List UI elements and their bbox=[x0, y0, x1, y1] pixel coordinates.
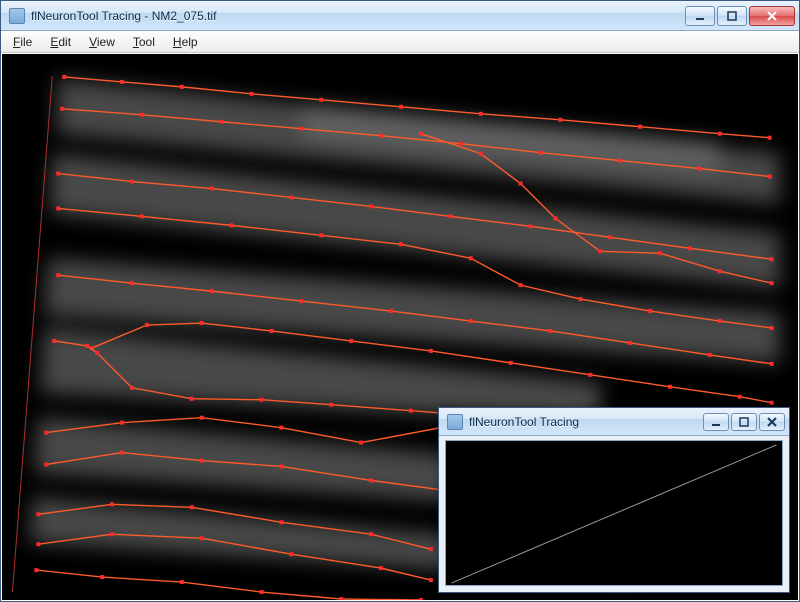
menu-help[interactable]: Help bbox=[165, 33, 206, 51]
profile-plot bbox=[446, 441, 782, 585]
sub-close-button[interactable] bbox=[759, 413, 785, 431]
app-icon bbox=[9, 8, 25, 24]
sub-minimize-button[interactable] bbox=[703, 413, 729, 431]
window-controls bbox=[683, 6, 795, 26]
menubar: File Edit View Tool Help bbox=[1, 31, 799, 53]
profile-line bbox=[452, 445, 777, 583]
maximize-button[interactable] bbox=[717, 6, 747, 26]
sub-maximize-button[interactable] bbox=[731, 413, 757, 431]
sub-window-controls bbox=[701, 413, 785, 431]
sub-window: flNeuronTool Tracing bbox=[438, 407, 790, 593]
main-titlebar[interactable]: flNeuronTool Tracing - NM2_075.tif bbox=[1, 1, 799, 31]
sub-viewport[interactable] bbox=[445, 440, 783, 586]
sub-titlebar[interactable]: flNeuronTool Tracing bbox=[439, 408, 789, 436]
menu-view[interactable]: View bbox=[81, 33, 123, 51]
minimize-button[interactable] bbox=[685, 6, 715, 26]
app-icon bbox=[447, 414, 463, 430]
menu-tool[interactable]: Tool bbox=[125, 33, 163, 51]
menu-file[interactable]: File bbox=[5, 33, 40, 51]
main-title: flNeuronTool Tracing - NM2_075.tif bbox=[31, 9, 683, 23]
close-button[interactable] bbox=[749, 6, 795, 26]
menu-edit[interactable]: Edit bbox=[42, 33, 79, 51]
sub-title: flNeuronTool Tracing bbox=[469, 415, 701, 429]
